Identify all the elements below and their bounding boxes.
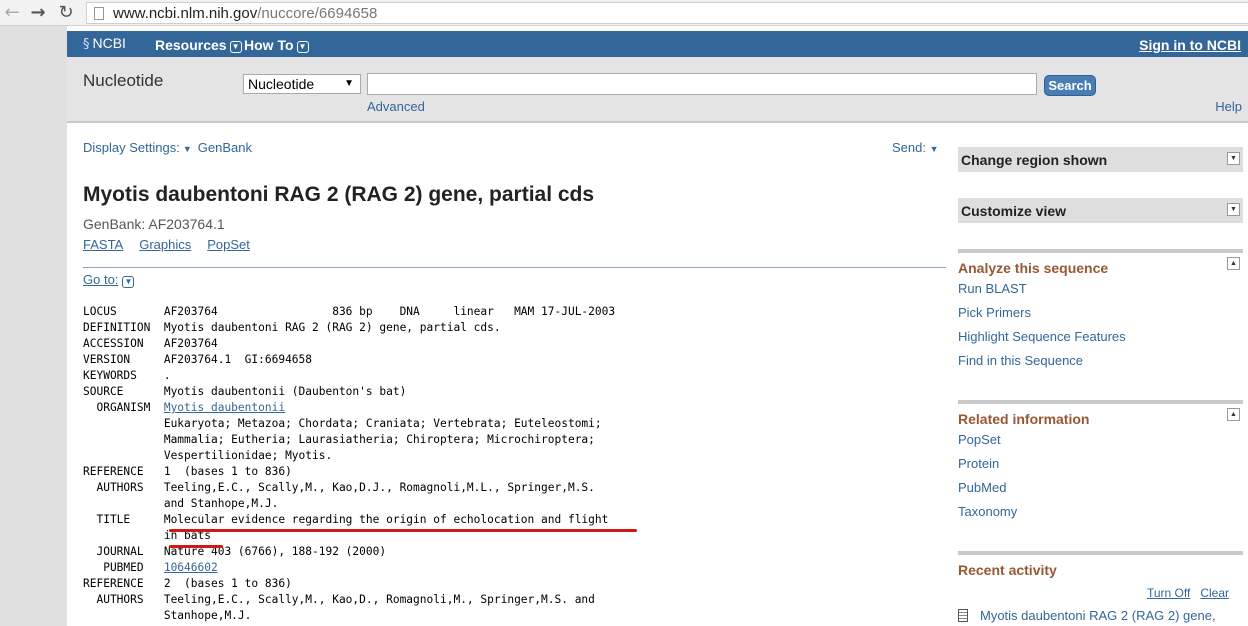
related-title: Related information ▲ bbox=[958, 408, 1243, 427]
dropdown-arrow-icon: ▼ bbox=[344, 78, 354, 89]
collapse-icon[interactable]: ▲ bbox=[1227, 257, 1240, 270]
chevron-down-icon: ▼ bbox=[122, 276, 135, 288]
red-underline-annotation bbox=[169, 529, 637, 532]
genbank-accession: GenBank: AF203764.1 bbox=[83, 216, 225, 232]
find-in-sequence-link[interactable]: Find in this Sequence bbox=[958, 349, 1243, 373]
pick-primers-link[interactable]: Pick Primers bbox=[958, 301, 1243, 325]
url-text: www.ncbi.nlm.nih.gov/nuccore/6694658 bbox=[113, 5, 378, 22]
related-section: Related information ▲ PopSet Protein PubM… bbox=[958, 400, 1243, 524]
ncbi-header-bar: § NCBI Resources ▼ How To ▼ Sign in to NCBI bbox=[67, 31, 1248, 57]
forward-arrow-icon[interactable]: → bbox=[28, 3, 48, 23]
display-format: GenBank bbox=[197, 140, 252, 155]
search-button[interactable]: Search bbox=[1044, 75, 1096, 96]
recent-title: Recent activity bbox=[958, 562, 1057, 578]
reference-title: Molecular evidence regarding the origin … bbox=[163, 513, 609, 526]
goto-menu[interactable]: Go to: ▼ bbox=[83, 272, 135, 288]
record-line: LOCUS bbox=[83, 305, 164, 318]
chevron-down-icon: ▼ bbox=[296, 41, 309, 53]
expand-icon[interactable]: ▼ bbox=[1227, 152, 1240, 165]
pubmed-link[interactable]: 10646602 bbox=[164, 561, 218, 574]
document-icon bbox=[958, 609, 968, 622]
resources-menu[interactable]: Resources ▼ bbox=[155, 37, 242, 53]
display-settings-control[interactable]: Display Settings: ▼ GenBank bbox=[83, 140, 252, 155]
database-select[interactable]: Nucleotide ▼ bbox=[243, 74, 361, 94]
taxonomy-related-link[interactable]: Taxonomy bbox=[958, 500, 1243, 524]
chevron-down-icon: ▼ bbox=[229, 41, 242, 53]
advanced-search-link[interactable]: Advanced bbox=[367, 99, 425, 114]
recent-controls: Turn Off Clear bbox=[1137, 586, 1229, 600]
reload-icon[interactable]: ↻ bbox=[56, 3, 76, 23]
divider bbox=[83, 267, 946, 268]
highlight-features-link[interactable]: Highlight Sequence Features bbox=[958, 325, 1243, 349]
record-title: Myotis daubentoni RAG 2 (RAG 2) gene, pa… bbox=[83, 183, 595, 206]
protein-related-link[interactable]: Protein bbox=[958, 452, 1243, 476]
collapse-icon[interactable]: ▲ bbox=[1227, 408, 1240, 421]
fasta-link[interactable]: FASTA bbox=[83, 237, 123, 252]
analyze-section: Analyze this sequence ▲ Run BLAST Pick Pr… bbox=[958, 249, 1243, 373]
back-arrow-icon[interactable]: ← bbox=[2, 3, 22, 23]
sign-in-link[interactable]: Sign in to NCBI bbox=[1139, 37, 1241, 53]
red-underline-annotation bbox=[169, 545, 223, 548]
caret-down-icon: ▼ bbox=[182, 144, 192, 154]
change-region-panel[interactable]: Change region shown ▼ bbox=[958, 147, 1243, 172]
run-blast-link[interactable]: Run BLAST bbox=[958, 277, 1243, 301]
organism-link[interactable]: Myotis daubentonii bbox=[164, 401, 285, 414]
pubmed-related-link[interactable]: PubMed bbox=[958, 476, 1243, 500]
dna-helix-icon: § bbox=[83, 37, 90, 52]
browser-toolbar: ← → ↻ www.ncbi.nlm.nih.gov/nuccore/66946… bbox=[0, 0, 1248, 26]
page-icon bbox=[94, 7, 104, 20]
how-to-menu[interactable]: How To ▼ bbox=[244, 37, 309, 53]
expand-icon[interactable]: ▼ bbox=[1227, 203, 1240, 216]
help-link[interactable]: Help bbox=[1215, 99, 1242, 114]
database-title: Nucleotide bbox=[83, 71, 164, 90]
recent-item[interactable]: Myotis daubentoni RAG 2 (RAG 2) gene, bbox=[958, 608, 1216, 623]
clear-link[interactable]: Clear bbox=[1200, 586, 1229, 600]
format-links: FASTA Graphics PopSet bbox=[83, 237, 266, 252]
search-area: Nucleotide Nucleotide ▼ Search Advanced H… bbox=[67, 57, 1248, 123]
caret-down-icon: ▼ bbox=[929, 144, 939, 154]
recent-activity-section: Recent activity Turn Off Clear Myotis dau… bbox=[958, 551, 1243, 626]
page-gutter bbox=[0, 26, 67, 626]
genbank-record: LOCUS AF203764 836 bp DNA linear MAM 17-… bbox=[83, 305, 616, 622]
search-input[interactable] bbox=[367, 73, 1037, 95]
turn-off-link[interactable]: Turn Off bbox=[1147, 586, 1190, 600]
popset-related-link[interactable]: PopSet bbox=[958, 428, 1243, 452]
analyze-title: Analyze this sequence ▲ bbox=[958, 257, 1243, 276]
ncbi-logo[interactable]: § NCBI bbox=[83, 35, 126, 52]
customize-view-panel[interactable]: Customize view ▼ bbox=[958, 198, 1243, 223]
popset-link[interactable]: PopSet bbox=[207, 237, 250, 252]
graphics-link[interactable]: Graphics bbox=[139, 237, 191, 252]
send-menu[interactable]: Send: ▼ bbox=[892, 140, 939, 155]
address-bar[interactable]: www.ncbi.nlm.nih.gov/nuccore/6694658 bbox=[86, 2, 1248, 24]
